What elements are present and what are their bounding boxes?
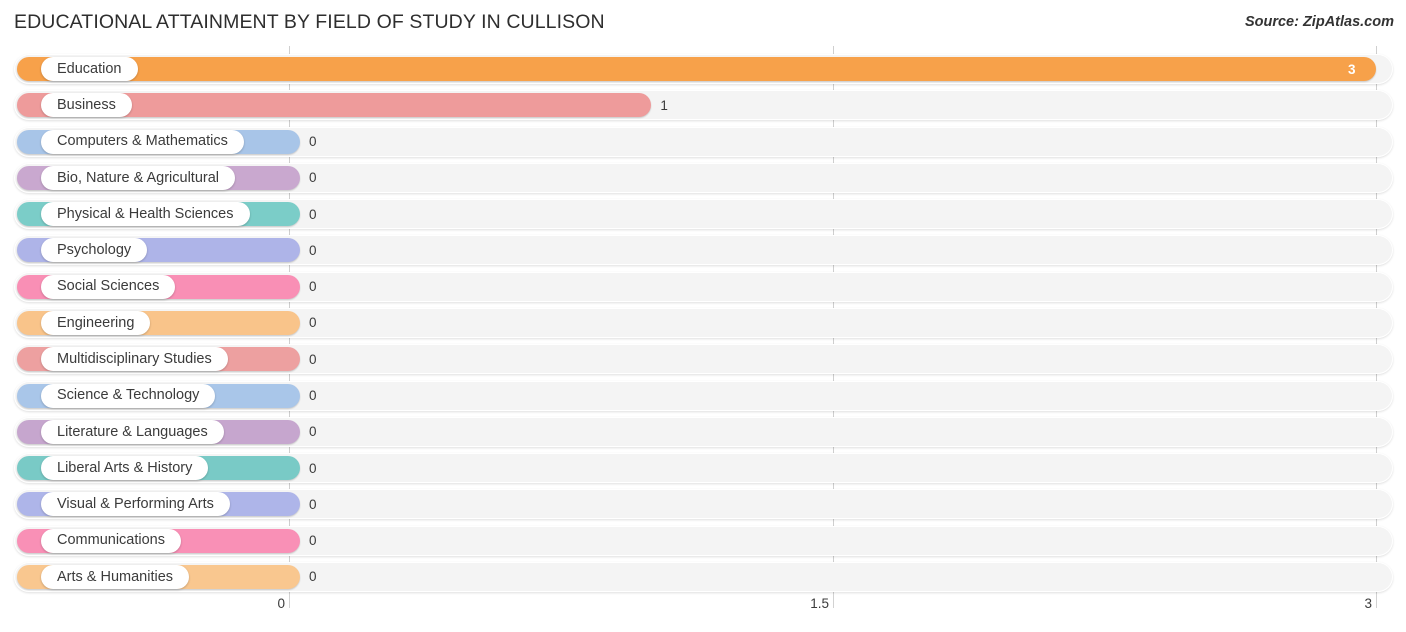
bar-label-pill: Arts & Humanities xyxy=(41,564,190,589)
bar-label-pill: Liberal Arts & History xyxy=(41,456,209,481)
bar-rows: Education 3 Business 1 Computers & Mathemati… xyxy=(0,46,1406,594)
axis-tick-label: 1.5 xyxy=(810,596,829,611)
bar-label-pill: Physical & Health Sciences xyxy=(41,202,250,227)
bar-row[interactable]: Visual & Performing Arts 0 xyxy=(14,489,1393,520)
bar-row[interactable]: Multidisciplinary Studies 0 xyxy=(14,344,1393,375)
bar-row[interactable]: Social Sciences 0 xyxy=(14,271,1393,302)
bar-label-pill: Visual & Performing Arts xyxy=(41,492,230,517)
bar-value-label: 0 xyxy=(309,424,317,440)
bar-value-label: 0 xyxy=(309,134,317,150)
bar-label-text: Social Sciences xyxy=(57,278,160,295)
bar-label-text: Computers & Mathematics xyxy=(57,133,228,150)
bar-label-text: Science & Technology xyxy=(57,387,200,404)
bar-label-pill: Communications xyxy=(41,528,181,553)
bar-label-pill: Business xyxy=(41,93,132,118)
bar-row[interactable]: Communications 0 xyxy=(14,525,1393,556)
bar-label-text: Multidisciplinary Studies xyxy=(57,350,212,367)
bar-label-pill: Bio, Nature & Agricultural xyxy=(41,165,235,190)
bar-value-label: 0 xyxy=(309,242,317,258)
bar-value-label: 0 xyxy=(309,569,317,585)
chart-header: EDUCATIONAL ATTAINMENT BY FIELD OF STUDY… xyxy=(0,0,1406,46)
bar-value-label: 0 xyxy=(309,206,317,222)
bar-label-text: Arts & Humanities xyxy=(57,568,174,585)
x-axis: 0 1.5 3 xyxy=(0,594,1406,632)
bar-label-pill: Education xyxy=(41,57,138,81)
bar-label-text: Psychology xyxy=(57,242,132,259)
bar-label-text: Business xyxy=(57,97,116,114)
bar-label-text: Education xyxy=(57,60,122,77)
bar-value-label: 0 xyxy=(309,388,317,404)
bar-row[interactable]: Education 3 xyxy=(14,54,1393,84)
bar-row[interactable]: Liberal Arts & History 0 xyxy=(14,453,1393,484)
bar-label-pill: Engineering xyxy=(41,310,151,335)
axis-tick-mark xyxy=(1376,594,1377,608)
bar-label-text: Literature & Languages xyxy=(57,423,208,440)
bar-label-pill: Literature & Languages xyxy=(41,419,224,444)
bar-fill xyxy=(17,57,1376,81)
bar-label-pill: Computers & Mathematics xyxy=(41,129,244,154)
bar-value-label: 0 xyxy=(309,170,317,186)
bar-label-text: Visual & Performing Arts xyxy=(57,496,214,513)
bar-value-label: 0 xyxy=(309,460,317,476)
bar-row[interactable]: Science & Technology 0 xyxy=(14,380,1393,411)
bar-label-pill: Social Sciences xyxy=(41,274,176,299)
bar-value-label: 3 xyxy=(1348,61,1356,77)
bar-label-text: Communications xyxy=(57,532,165,549)
bar-label-text: Engineering xyxy=(57,314,135,331)
bar-row[interactable]: Engineering 0 xyxy=(14,307,1393,338)
bar-row[interactable]: Business 1 xyxy=(14,90,1393,121)
chart-plot-area: Education 3 Business 1 Computers & Mathemati… xyxy=(0,46,1406,594)
bar-label-pill: Psychology xyxy=(41,238,148,263)
bar-value-label: 0 xyxy=(309,315,317,331)
axis-tick-label: 0 xyxy=(277,596,285,611)
bar-label-text: Bio, Nature & Agricultural xyxy=(57,169,219,186)
source-attribution: Source: ZipAtlas.com xyxy=(1244,14,1394,30)
page-title: EDUCATIONAL ATTAINMENT BY FIELD OF STUDY… xyxy=(14,11,605,33)
axis-tick-mark xyxy=(289,594,290,608)
bar-row[interactable]: Physical & Health Sciences 0 xyxy=(14,199,1393,230)
bar-value-label: 1 xyxy=(660,97,668,113)
bar-label-pill: Multidisciplinary Studies xyxy=(41,347,228,372)
bar-label-text: Physical & Health Sciences xyxy=(57,205,234,222)
bar-row[interactable]: Computers & Mathematics 0 xyxy=(14,126,1393,157)
bar-value-label: 0 xyxy=(309,496,317,512)
axis-tick-label: 3 xyxy=(1364,596,1372,611)
bar-row[interactable]: Psychology 0 xyxy=(14,235,1393,266)
bar-value-label: 0 xyxy=(309,533,317,549)
bar-value-label: 0 xyxy=(309,351,317,367)
bar-value-label: 0 xyxy=(309,279,317,295)
bar-row[interactable]: Literature & Languages 0 xyxy=(14,416,1393,447)
bar-row[interactable]: Arts & Humanities 0 xyxy=(14,561,1393,592)
bar-label-pill: Science & Technology xyxy=(41,383,216,408)
bar-label-text: Liberal Arts & History xyxy=(57,459,193,476)
axis-tick-mark xyxy=(833,594,834,608)
bar-row[interactable]: Bio, Nature & Agricultural 0 xyxy=(14,162,1393,193)
